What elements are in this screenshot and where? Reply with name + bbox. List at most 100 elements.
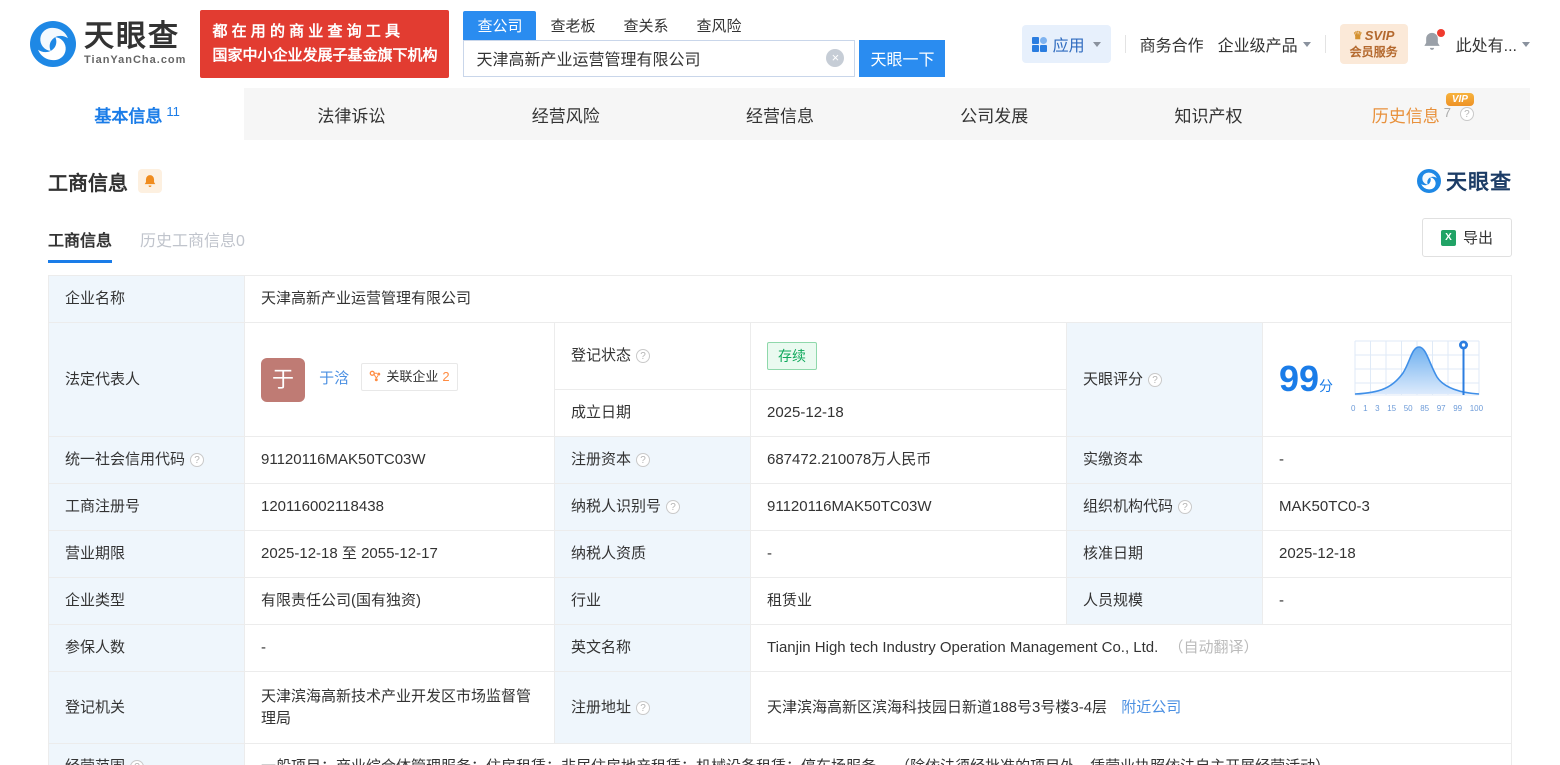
table-row: 企业名称 天津高新产业运营管理有限公司	[48, 275, 1512, 323]
vip-badge: VIP	[1445, 93, 1474, 106]
avatar[interactable]: 于	[261, 357, 305, 402]
company-type-value: 有限责任公司(国有独资)	[244, 577, 555, 625]
notification-red-dot	[1436, 28, 1445, 37]
subtab-history-business-info[interactable]: 历史工商信息0	[140, 227, 245, 263]
help-icon[interactable]	[1148, 372, 1163, 387]
score-value: 99分	[1279, 358, 1334, 399]
table-row: 登记机关 天津滨海高新技术产业开发区市场监督管理局 注册地址 天津滨海高新区滨海…	[48, 671, 1512, 744]
apps-menu-button[interactable]: 应用	[1021, 25, 1111, 63]
brand-name: 天眼查	[84, 20, 180, 53]
help-icon[interactable]	[666, 500, 681, 514]
export-label: 导出	[1462, 230, 1493, 247]
main-content: 工商信息 天眼查 工商信息 历史工商信息0 导出	[0, 140, 1560, 765]
score-cell: 99分 0 1 3 15 50 85 97 99 100	[1262, 322, 1512, 437]
reg-capital-value: 687472.210078万人民币	[750, 436, 1067, 484]
auto-translate-note: （自动翻译）	[1168, 639, 1259, 656]
export-button[interactable]: 导出	[1421, 218, 1512, 257]
business-info-table: 企业名称 天津高新产业运营管理有限公司 法定代表人 于 于浛 关联企业 2 登记…	[48, 275, 1512, 765]
notification-bell-icon[interactable]	[1422, 28, 1445, 58]
crown-icon: ♛	[1352, 30, 1363, 42]
org-code-value: MAK50TC0-3	[1262, 483, 1512, 531]
tianyancha-logo-icon	[30, 21, 76, 67]
tab-label: 基本信息	[94, 106, 163, 126]
promo-line2: 国家中小企业发展子基金旗下机构	[212, 47, 438, 64]
org-code-label: 组织机构代码	[1066, 483, 1263, 531]
nearby-companies-link[interactable]: 附近公司	[1121, 699, 1181, 716]
search-tab-company[interactable]: 查公司	[463, 10, 537, 40]
help-icon[interactable]	[1178, 500, 1193, 514]
paid-capital-value: -	[1262, 436, 1512, 484]
watermark-text: 天眼查	[1446, 171, 1512, 194]
network-icon	[370, 371, 381, 382]
legal-rep-name-link[interactable]: 于浛	[319, 370, 349, 387]
tab-label: 经营风险	[531, 106, 600, 126]
top-header: 天眼查 TianYanCha.com 都 在 用 的 商 业 查 询 工 具 国…	[0, 0, 1560, 88]
search-button[interactable]: 天眼一下	[859, 39, 946, 77]
company-name-value: 天津高新产业运营管理有限公司	[244, 275, 1512, 323]
legal-rep-cell: 于 于浛 关联企业 2	[244, 322, 555, 437]
taxpayer-quality-label: 纳税人资质	[554, 530, 751, 578]
tab-operating-risk[interactable]: 经营风险	[459, 88, 673, 140]
tab-count: 11	[166, 103, 180, 119]
search-tab-boss[interactable]: 查老板	[536, 11, 609, 40]
brand-domain: TianYanCha.com	[84, 54, 187, 66]
help-icon[interactable]	[190, 453, 205, 467]
tianyancha-watermark: 天眼查	[1417, 166, 1512, 196]
business-term-label: 营业期限	[48, 530, 245, 578]
clear-search-icon[interactable]	[826, 49, 845, 67]
user-account-menu[interactable]: 此处有...	[1456, 32, 1530, 56]
tab-label: 法律诉讼	[317, 106, 386, 126]
help-icon[interactable]	[636, 453, 651, 467]
search-tab-relation[interactable]: 查关系	[609, 11, 682, 40]
tab-company-development[interactable]: 公司发展	[887, 88, 1101, 140]
tab-count: 7	[1443, 104, 1451, 120]
help-icon[interactable]	[636, 349, 651, 363]
user-name: 此处有...	[1455, 38, 1517, 55]
promo-line1: 都 在 用 的 商 业 查 询 工 具	[212, 23, 400, 40]
help-icon[interactable]	[130, 760, 145, 765]
status-badge: 存续	[767, 342, 817, 370]
approval-date-label: 核准日期	[1066, 530, 1263, 578]
taxpayer-quality-value: -	[750, 530, 1067, 578]
section-title: 工商信息	[48, 172, 128, 195]
help-icon[interactable]	[1459, 107, 1474, 121]
company-tab-strip: 基本信息 11 法律诉讼 经营风险 经营信息 公司发展 知识产权 VIP 历史信…	[30, 88, 1530, 140]
score-distribution-chart: 01 3 15 50 85 97 99 100	[1351, 339, 1483, 420]
tab-operating-info[interactable]: 经营信息	[673, 88, 887, 140]
search-tab-risk[interactable]: 查风险	[683, 11, 756, 40]
svip-membership-button[interactable]: ♛ SVIP 会员服务	[1339, 24, 1408, 64]
tab-history-info[interactable]: VIP 历史信息 7	[1316, 88, 1530, 140]
table-row: 企业类型 有限责任公司(国有独资) 行业 租赁业 人员规模 -	[48, 577, 1512, 625]
related-companies-badge[interactable]: 关联企业 2	[361, 362, 458, 391]
excel-icon	[1440, 229, 1456, 246]
help-icon[interactable]	[636, 700, 651, 715]
nav-business-cooperation[interactable]: 商务合作	[1140, 32, 1204, 56]
nav-enterprise-products[interactable]: 企业级产品	[1218, 32, 1311, 56]
reg-address-label: 注册地址	[554, 671, 751, 744]
table-row: 经营范围 一般项目：商业综合体管理服务；住房租赁；非居住房地产租赁；机械设备租赁…	[48, 743, 1512, 765]
tab-legal-proceedings[interactable]: 法律诉讼	[244, 88, 458, 140]
tab-intellectual-property[interactable]: 知识产权	[1101, 88, 1315, 140]
establish-date-label: 成立日期	[554, 389, 751, 437]
tianyancha-logo[interactable]: 天眼查 TianYanCha.com	[30, 21, 186, 67]
english-name-label: 英文名称	[554, 624, 751, 672]
search-input[interactable]	[464, 49, 827, 67]
tab-basic-info[interactable]: 基本信息 11	[30, 88, 245, 140]
subscribe-bell-button[interactable]	[138, 169, 162, 193]
promo-banner: 都 在 用 的 商 业 查 询 工 具 国家中小企业发展子基金旗下机构	[200, 10, 450, 78]
credit-code-value: 91120116MAK50TC03W	[244, 436, 555, 484]
subtab-business-info[interactable]: 工商信息	[48, 227, 113, 263]
tab-label: 知识产权	[1174, 106, 1243, 126]
svip-label: SVIP	[1364, 28, 1395, 43]
approval-date-value: 2025-12-18	[1262, 530, 1512, 578]
reg-number-value: 120116002118438	[244, 483, 555, 531]
bell-icon	[144, 174, 156, 187]
table-row: 统一社会信用代码 91120116MAK50TC03W 注册资本 687472.…	[48, 436, 1512, 484]
enterprise-label: 企业级产品	[1217, 38, 1298, 55]
company-name-label: 企业名称	[48, 275, 245, 323]
reg-number-label: 工商注册号	[48, 483, 245, 531]
establish-date-value: 2025-12-18	[750, 389, 1067, 437]
score-label: 天眼评分	[1066, 322, 1263, 437]
chevron-down-icon	[1522, 41, 1530, 47]
company-type-label: 企业类型	[48, 577, 245, 625]
